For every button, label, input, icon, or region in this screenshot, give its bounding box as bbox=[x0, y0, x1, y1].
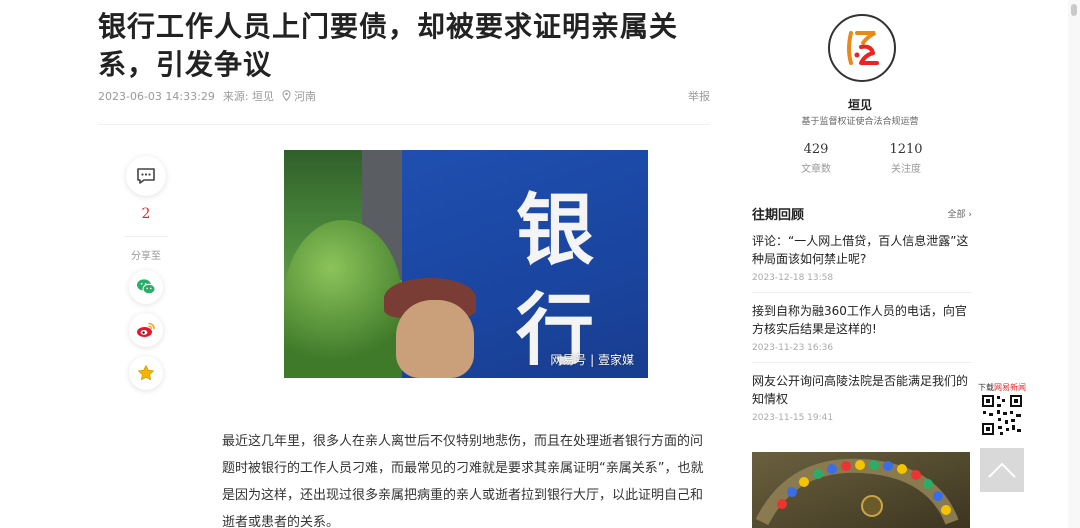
past-article-title[interactable]: 评论：“一人网上借贷，百人信息泄露”这种局面该如何禁止呢? bbox=[752, 232, 972, 268]
article-photo: 银 行 网易号 | 壹家媒 bbox=[284, 150, 648, 378]
wechat-icon bbox=[137, 279, 156, 295]
article-meta: 2023-06-03 14:33:29 来源: 垣见 河南 举报 bbox=[98, 88, 710, 104]
ad-game-thumbnail[interactable] bbox=[752, 452, 970, 528]
comment-icon bbox=[137, 168, 155, 184]
side-divider bbox=[124, 236, 168, 237]
share-label: 分享至 bbox=[131, 251, 161, 262]
past-articles-title: 往期回顾 bbox=[752, 208, 805, 223]
photo-person bbox=[396, 300, 474, 378]
past-article-item[interactable]: 网友公开询问高陵法院是否能满足我们的知情权 2023-11-15 19:41 bbox=[752, 372, 972, 423]
author-name[interactable]: 垣见 bbox=[760, 96, 960, 113]
chevron-right-icon: › bbox=[968, 210, 972, 220]
past-article-item[interactable]: 接到自称为融360工作人员的电话，向官方核实后结果是这样的! 2023-11-2… bbox=[752, 302, 972, 353]
stat-label: 文章数 bbox=[801, 164, 831, 175]
author-stats: 429 文章数 1210 关注度 bbox=[786, 142, 936, 175]
qr-code bbox=[980, 393, 1024, 437]
stat-articles: 429 文章数 bbox=[786, 142, 846, 175]
all-label: 全部 bbox=[947, 210, 966, 220]
article-title: 银行工作人员上门要债，却被要求证明亲属关系，引发争议 bbox=[98, 10, 679, 81]
location-pin-icon bbox=[282, 90, 291, 101]
past-articles-header: 往期回顾 全部 › bbox=[752, 204, 972, 223]
author-logo-icon bbox=[847, 31, 879, 65]
chevron-up-icon bbox=[988, 462, 1016, 478]
past-article-date: 2023-11-23 16:36 bbox=[752, 343, 834, 353]
past-articles-all-link[interactable]: 全部 › bbox=[948, 207, 973, 220]
scrollbar-thumb[interactable] bbox=[1071, 4, 1077, 16]
qr-code-image bbox=[980, 393, 1024, 437]
past-article-date: 2023-12-18 13:58 bbox=[752, 273, 834, 283]
weibo-icon bbox=[137, 322, 155, 337]
favorite-icon bbox=[138, 365, 154, 381]
author-avatar[interactable] bbox=[828, 14, 896, 82]
photo-sign-char: 银 bbox=[516, 186, 595, 276]
back-to-top-button[interactable] bbox=[980, 448, 1024, 492]
stat-number: 1210 bbox=[889, 142, 923, 157]
past-article-title[interactable]: 网友公开询问高陵法院是否能满足我们的知情权 bbox=[752, 372, 972, 408]
stat-number: 429 bbox=[803, 142, 829, 157]
share-wechat-button[interactable] bbox=[129, 270, 163, 304]
stat-followers: 1210 关注度 bbox=[876, 142, 936, 175]
report-link[interactable]: 举报 bbox=[688, 88, 710, 104]
comment-button[interactable] bbox=[126, 156, 166, 196]
header-divider bbox=[98, 124, 710, 125]
comment-count: 2 bbox=[141, 206, 151, 222]
past-article-item[interactable]: 评论：“一人网上借贷，百人信息泄露”这种局面该如何禁止呢? 2023-12-18… bbox=[752, 232, 972, 283]
download-prefix: 下载 bbox=[978, 383, 994, 392]
article-location: 河南 bbox=[282, 88, 324, 104]
list-divider bbox=[752, 292, 972, 293]
share-weibo-button[interactable] bbox=[129, 313, 163, 347]
past-article-date: 2023-11-15 19:41 bbox=[752, 413, 834, 423]
app-name: 网易新闻 bbox=[994, 383, 1026, 392]
favorite-button[interactable] bbox=[129, 356, 163, 390]
photo-watermark: 网易号 | 壹家媒 bbox=[550, 353, 634, 367]
article-body: 最近这几年里，很多人在亲人离世后不仅特别地悲伤，而且在处理逝者银行方面的问题时被… bbox=[222, 434, 704, 528]
download-app-label: 下载网易新闻 bbox=[978, 382, 1028, 393]
ad-game-image bbox=[755, 458, 959, 526]
article-source: 来源: 垣见 bbox=[222, 90, 275, 103]
list-divider bbox=[752, 362, 972, 363]
stat-label: 关注度 bbox=[891, 164, 921, 175]
past-article-title[interactable]: 接到自称为融360工作人员的电话，向官方核实后结果是这样的! bbox=[752, 302, 972, 338]
side-action-bar: 2 分享至 bbox=[122, 156, 170, 399]
location-label: 河南 bbox=[294, 90, 317, 103]
page-scrollbar[interactable] bbox=[1068, 0, 1080, 528]
author-description: 基于监督权证使合法合规运营 bbox=[801, 117, 919, 127]
publish-date: 2023-06-03 14:33:29 bbox=[98, 89, 215, 103]
